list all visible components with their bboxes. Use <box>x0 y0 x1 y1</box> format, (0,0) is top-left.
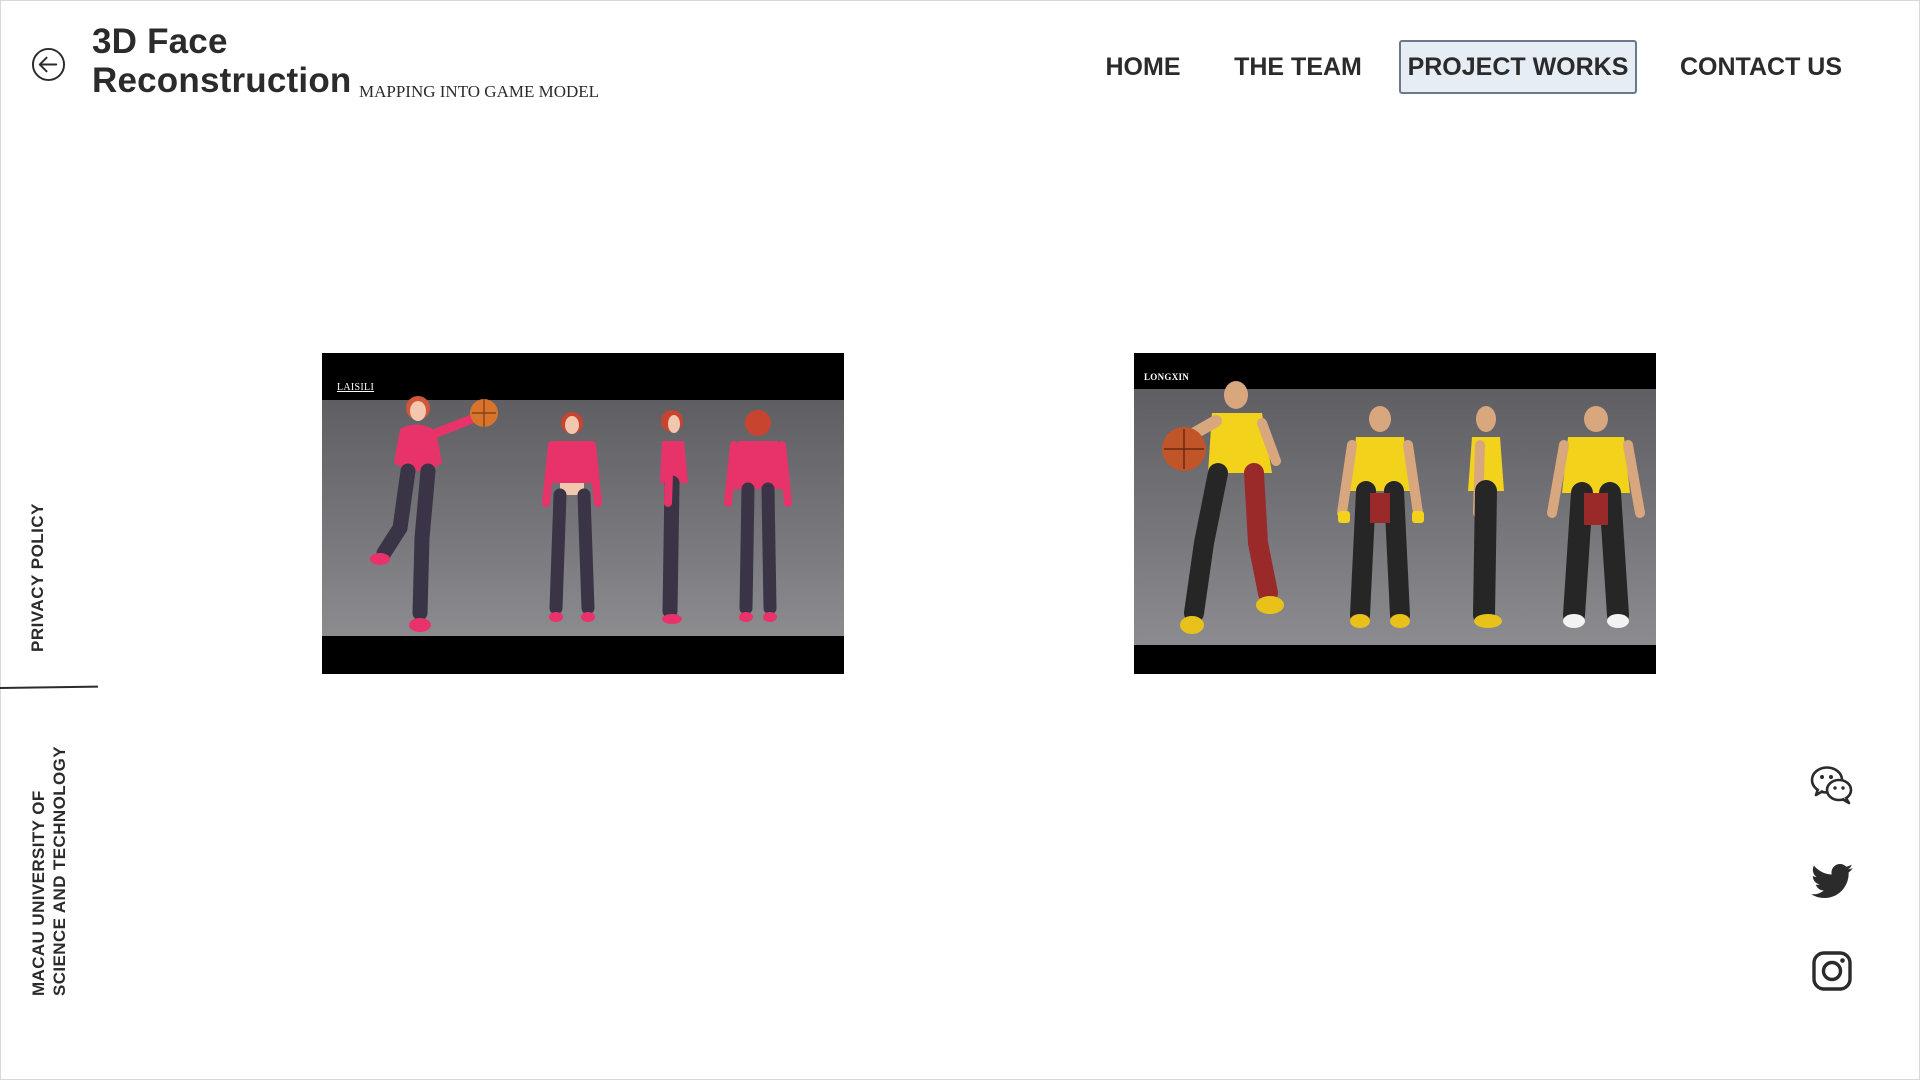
nav-project-works[interactable]: PROJECT WORKS <box>1399 40 1637 94</box>
character-turnaround-figures <box>1162 381 1645 634</box>
character-figure-action-pose <box>370 396 498 632</box>
character-figure-action-pose <box>1162 381 1284 634</box>
character-figure-back <box>1547 406 1645 628</box>
university-line1: MACAU UNIVERSITY OF <box>29 790 48 996</box>
university-name: MACAU UNIVERSITY OF SCIENCE AND TECHNOLO… <box>28 746 70 996</box>
character-figure-back <box>724 410 792 622</box>
gallery-image-longxin[interactable]: LONGXIN <box>1134 353 1656 674</box>
twitter-icon[interactable] <box>1808 856 1856 904</box>
character-turnaround-figures <box>370 396 792 632</box>
gallery-image-laisili[interactable]: LAISILI <box>322 353 844 674</box>
wechat-icon[interactable] <box>1808 761 1856 809</box>
main-nav: HOME THE TEAM PROJECT WORKS CONTACT US <box>0 40 1920 94</box>
nav-the-team[interactable]: THE TEAM <box>1228 40 1368 94</box>
instagram-icon[interactable] <box>1808 947 1856 995</box>
character-figure-front <box>542 412 602 622</box>
nav-contact-us[interactable]: CONTACT US <box>1675 40 1847 94</box>
character-figure-side <box>1468 406 1504 628</box>
nav-home[interactable]: HOME <box>1098 40 1188 94</box>
character-figure-side <box>660 410 688 624</box>
privacy-policy-link[interactable]: PRIVACY POLICY <box>28 503 48 652</box>
character-figure-front <box>1337 406 1424 628</box>
university-line2: SCIENCE AND TECHNOLOGY <box>50 746 69 996</box>
